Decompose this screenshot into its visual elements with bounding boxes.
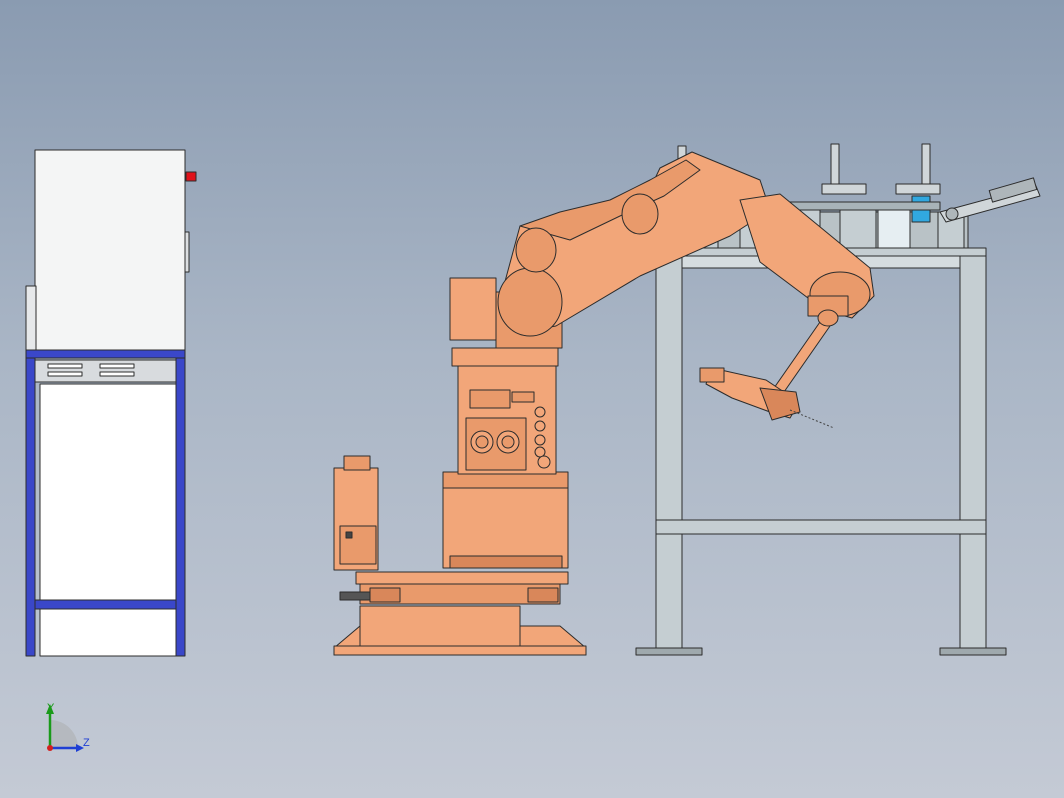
toggle-clamp[interactable] <box>895 143 941 195</box>
toggle-clamp[interactable] <box>821 143 867 195</box>
coordinate-triad-icon: Y Z <box>46 702 90 752</box>
clamp-lever[interactable] <box>939 177 1041 223</box>
triad-z-label: Z <box>83 737 90 749</box>
cad-viewport[interactable]: Y Z <box>0 0 1064 798</box>
robot-base[interactable] <box>333 455 587 656</box>
robot-wrist[interactable] <box>773 309 839 393</box>
emergency-stop-button[interactable] <box>185 171 197 182</box>
model-scene[interactable]: Y Z <box>0 0 1064 798</box>
control-cabinet[interactable] <box>25 149 197 657</box>
triad-y-label: Y <box>47 702 55 714</box>
welding-torch[interactable] <box>699 367 835 429</box>
